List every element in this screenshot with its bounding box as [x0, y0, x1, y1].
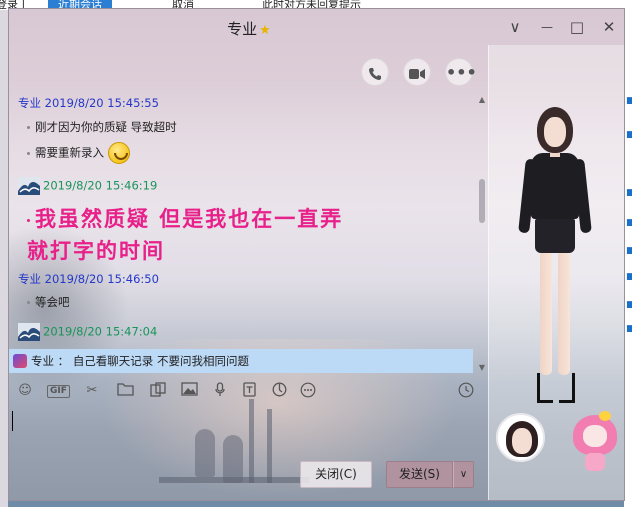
video-call-button[interactable]	[403, 58, 431, 86]
video-icon	[409, 68, 425, 79]
message-text: 需要重新录入	[27, 142, 130, 164]
message-text-large: 我虽然质疑 但是我也在一直弄	[27, 203, 343, 233]
chat-scrollbar[interactable]: ▲ ▼	[477, 95, 487, 375]
title-bar[interactable]: 专业 ★ ∨ — □ ✕	[9, 9, 624, 45]
emoji-icon[interactable]: ☺	[17, 382, 33, 400]
send-options-chevron-icon[interactable]: ∨	[453, 461, 474, 488]
more-icon: •••	[446, 63, 477, 82]
input-toolbar: ☺ GIF ✂	[9, 377, 488, 405]
announcement-text: 自己看聊天记录 不要问我相同问题	[72, 354, 249, 368]
background-person	[195, 429, 215, 477]
message-sender: 专业	[18, 272, 41, 286]
background-window-left	[0, 10, 8, 507]
message-sender: 专业	[18, 96, 41, 110]
mic-icon[interactable]	[213, 382, 227, 400]
phone-icon	[369, 67, 381, 80]
background-pier-post	[267, 409, 272, 483]
anime-sticker-icon[interactable]	[569, 409, 621, 475]
send-button[interactable]: 发送(S)	[386, 461, 453, 488]
message-text-large: 就打字的时间	[27, 238, 165, 263]
message-time: 2019/8/20 15:45:55	[44, 96, 159, 110]
message-text: 等会吧	[27, 294, 70, 310]
more-button[interactable]: •••	[445, 58, 477, 86]
scroll-down-icon[interactable]: ▼	[477, 363, 487, 372]
star-icon: ★	[259, 23, 271, 38]
announcement-sender: 专业	[31, 354, 54, 368]
clipboard-icon[interactable]	[149, 382, 167, 400]
minimize-button[interactable]: —	[536, 16, 558, 38]
self-avatar-icon	[18, 177, 40, 195]
scroll-up-icon[interactable]: ▲	[477, 95, 487, 104]
document-icon[interactable]	[241, 382, 257, 400]
scroll-thumb[interactable]	[479, 179, 485, 223]
message-time: 2019/8/20 15:46:19	[43, 178, 158, 193]
background-pier-post	[249, 399, 254, 483]
red-packet-icon[interactable]	[271, 382, 287, 400]
smile-emoji-icon	[107, 142, 130, 164]
contact-avatar[interactable]	[496, 413, 545, 462]
gif-icon[interactable]: GIF	[47, 385, 70, 398]
history-icon[interactable]	[457, 382, 475, 400]
chat-history[interactable]: 专业 2019/8/20 15:45:55 刚才因为你的质疑 导致超时 需要重新…	[9, 89, 479, 349]
chevron-down-icon[interactable]: ∨	[504, 16, 526, 38]
self-avatar-icon	[18, 323, 40, 341]
message-header: 专业 2019/8/20 15:46:50	[18, 271, 159, 287]
voice-call-button[interactable]	[361, 58, 389, 86]
announcement-bar[interactable]: 专业 ： 自己看聊天记录 不要问我相同问题	[9, 349, 473, 373]
image-icon[interactable]	[179, 382, 199, 400]
scissors-icon[interactable]: ✂	[83, 382, 101, 400]
message-time: 2019/8/20 15:47:04	[43, 324, 158, 339]
background-window-right: ■ ■ ■ ■ ■ ■ ■ ■	[624, 10, 632, 507]
maximize-button[interactable]: □	[566, 16, 588, 38]
contact-show-figure	[518, 107, 592, 407]
message-text: 刚才因为你的质疑 导致超时	[27, 119, 177, 135]
message-header: 专业 2019/8/20 15:45:55	[18, 95, 159, 111]
message-time: 2019/8/20 15:46:50	[44, 272, 159, 286]
announcement-icon	[13, 354, 27, 368]
message-header: 2019/8/20 15:46:19	[18, 177, 157, 195]
contact-name: 专业	[227, 20, 258, 38]
folder-icon[interactable]	[115, 382, 135, 400]
close-button[interactable]: ✕	[598, 16, 620, 38]
chat-window: 专业 ★ ∨ — □ ✕ ••• 专业 2019/8/20 15:45:55 刚才…	[8, 8, 625, 501]
close-chat-button[interactable]: 关闭(C)	[300, 461, 372, 488]
message-header: 2019/8/20 15:47:04	[18, 323, 157, 341]
window-title: 专业 ★	[9, 18, 489, 39]
background-person	[223, 435, 243, 483]
message-input[interactable]	[12, 411, 13, 431]
more-tools-icon[interactable]	[299, 382, 317, 400]
